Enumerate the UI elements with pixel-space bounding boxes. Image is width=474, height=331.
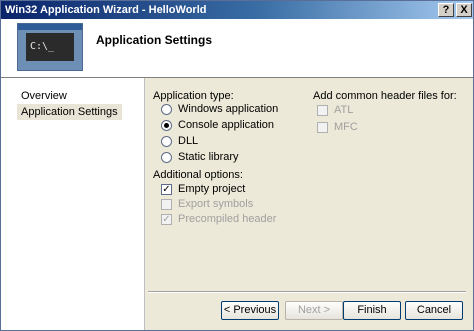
radio-label: DLL bbox=[178, 135, 199, 147]
radio-label: Console application bbox=[178, 119, 275, 131]
nav-item-overview[interactable]: Overview bbox=[21, 90, 67, 102]
checkbox-icon bbox=[161, 199, 172, 210]
finish-button[interactable]: Finish bbox=[343, 301, 401, 320]
checkbox-label: ATL bbox=[334, 104, 354, 116]
checkbox-checked-icon[interactable]: ✓ bbox=[161, 184, 172, 195]
nav-item-application-settings[interactable]: Application Settings bbox=[17, 104, 122, 120]
checkbox-checked-icon: ✓ bbox=[161, 214, 172, 225]
application-type-label: Application type: bbox=[153, 90, 234, 102]
help-button[interactable]: ? bbox=[438, 3, 454, 17]
console-window-icon: C:\_ bbox=[17, 23, 83, 71]
checkbox-label: Empty project bbox=[178, 183, 246, 195]
window-title: Win32 Application Wizard - HelloWorld bbox=[5, 4, 207, 16]
cancel-button[interactable]: Cancel bbox=[405, 301, 463, 320]
common-headers-label: Add common header files for: bbox=[313, 90, 457, 102]
radio-button-icon[interactable] bbox=[161, 104, 172, 115]
checkbox-label: Export symbols bbox=[178, 198, 254, 210]
radio-button-icon[interactable] bbox=[161, 152, 172, 163]
radio-button-icon[interactable] bbox=[161, 136, 172, 147]
additional-options-label: Additional options: bbox=[153, 169, 243, 181]
title-bar[interactable]: Win32 Application Wizard - HelloWorld ? … bbox=[1, 1, 473, 19]
wizard-header: C:\_ Application Settings bbox=[1, 19, 473, 78]
checkbox-icon bbox=[317, 122, 328, 133]
wizard-nav: Overview Application Settings bbox=[1, 78, 145, 330]
checkbox-icon bbox=[317, 105, 328, 116]
checkbox-label: Precompiled header bbox=[178, 213, 277, 225]
radio-button-selected-icon[interactable] bbox=[161, 120, 172, 131]
close-button[interactable]: X bbox=[456, 3, 472, 17]
next-button: Next > bbox=[285, 301, 343, 320]
console-prompt: C:\_ bbox=[26, 33, 74, 61]
checkbox-label: MFC bbox=[334, 121, 358, 133]
console-icon-titlebar bbox=[18, 24, 82, 30]
radio-label: Windows application bbox=[178, 103, 279, 115]
previous-button[interactable]: < Previous bbox=[221, 301, 279, 320]
radio-label: Static library bbox=[178, 151, 239, 163]
page-title: Application Settings bbox=[96, 33, 213, 47]
button-separator bbox=[148, 291, 466, 293]
wizard-window: Win32 Application Wizard - HelloWorld ? … bbox=[0, 0, 474, 331]
